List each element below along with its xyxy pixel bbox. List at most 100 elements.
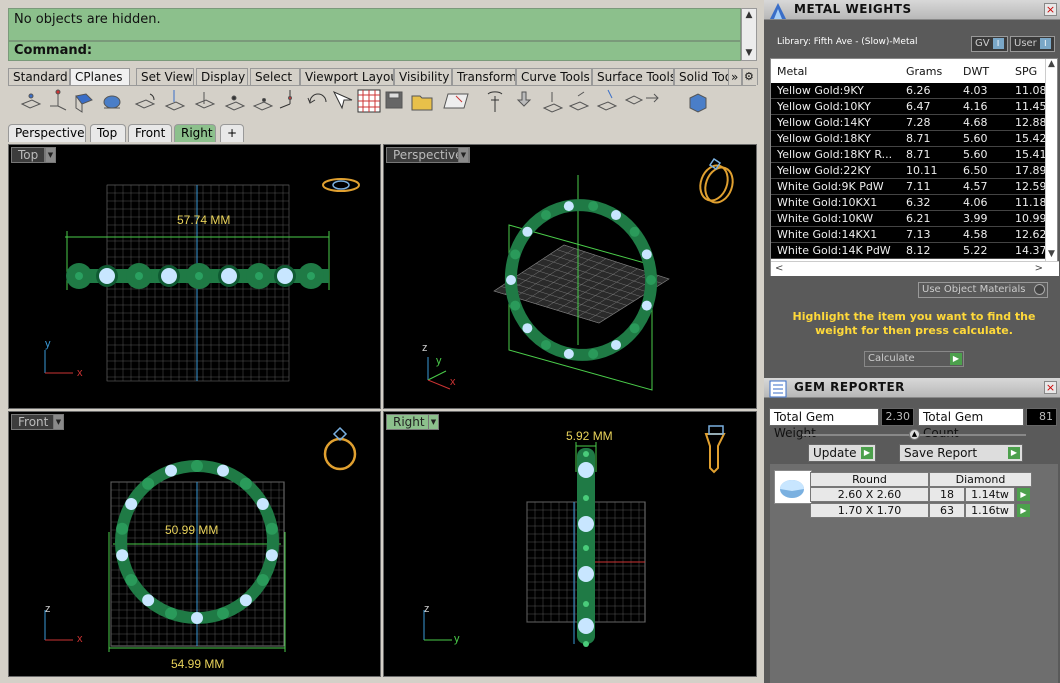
- toolbar-tab-strip: Standard CPlanes Set View Display Select…: [8, 68, 758, 85]
- calculate-button[interactable]: Calculate ▶: [864, 351, 964, 367]
- gem: [578, 516, 594, 532]
- column-dwt[interactable]: DWT: [963, 65, 989, 78]
- table-row[interactable]: Yellow Gold:9KY 6.26 4.03 11.08: [771, 83, 1047, 99]
- table-row[interactable]: White Gold:10KW 6.21 3.99 10.99: [771, 211, 1047, 227]
- column-grams[interactable]: Grams: [906, 65, 942, 78]
- table-row[interactable]: Yellow Gold:22KY 10.11 6.50 17.89: [771, 163, 1047, 179]
- cell-dwt: 4.06: [963, 196, 988, 209]
- cplane-xaxis-icon: [252, 98, 274, 111]
- tab-display[interactable]: Display: [196, 68, 248, 85]
- use-object-materials-checkbox[interactable]: Use Object Materials: [918, 282, 1048, 298]
- gem: [256, 574, 269, 586]
- column-spg[interactable]: SPG: [1015, 65, 1037, 78]
- gem-row-go-icon[interactable]: ▶: [1017, 504, 1030, 517]
- tab-visibility[interactable]: Visibility: [394, 68, 452, 85]
- front-ring-preview-icon: [323, 426, 357, 471]
- viewport-top-dropdown-icon[interactable]: ▼: [45, 147, 56, 163]
- metal-table-hscroll[interactable]: < >: [771, 261, 1059, 276]
- perspective-ring-preview-icon: [699, 157, 734, 204]
- command-scrollbar[interactable]: ▲ ▼: [741, 8, 757, 61]
- tab-cplanes[interactable]: CPlanes: [70, 68, 130, 85]
- tab-perspective[interactable]: Perspective: [8, 124, 86, 142]
- metal-table-vscroll[interactable]: ▲ ▼: [1045, 59, 1057, 261]
- viewport-right-label[interactable]: Right: [386, 414, 432, 430]
- gem: [646, 275, 656, 285]
- cell-metal: White Gold:14K PdW: [777, 244, 891, 257]
- tab-set-view[interactable]: Set View: [136, 68, 194, 85]
- viewport-top-label[interactable]: Top: [11, 147, 46, 163]
- scroll-up-icon[interactable]: ▲: [742, 9, 756, 22]
- tab-front[interactable]: Front: [128, 124, 172, 142]
- gv-toggle-button[interactable]: GV I: [971, 36, 1008, 52]
- gem: [522, 226, 533, 237]
- total-gem-weight-label: Total Gem Weight: [769, 408, 879, 440]
- gem-reporter-close-icon[interactable]: ×: [1044, 381, 1057, 394]
- gem: [506, 275, 516, 285]
- viewport-right-dropdown-icon[interactable]: ▼: [428, 414, 439, 430]
- top-axis-icon: y x: [44, 338, 83, 379]
- cplane-world-top-icon: [20, 93, 42, 109]
- tab-select[interactable]: Select: [250, 68, 300, 85]
- library-label: Library: Fifth Ave - (Slow)-Metal: [777, 37, 918, 47]
- cplane-to-view-icon: [487, 91, 503, 112]
- gem: [195, 272, 203, 280]
- tab-viewport-layout[interactable]: Viewport Layout: [300, 68, 394, 85]
- table-row[interactable]: White Gold:14K PdW 8.12 5.22 14.37: [771, 243, 1047, 259]
- table-row[interactable]: Yellow Gold:18KY 8.71 5.60 15.42: [771, 131, 1047, 147]
- table-row[interactable]: White Gold:14KX1 7.13 4.58 12.62: [771, 227, 1047, 243]
- gem-weight-cell: 1.14tw: [965, 487, 1015, 502]
- table-row[interactable]: White Gold:10KX1 6.32 4.06 11.18: [771, 195, 1047, 211]
- gem-size-cell: 2.60 X 2.60: [810, 487, 929, 502]
- user-toggle-button[interactable]: User I: [1010, 36, 1055, 52]
- viewport-front-label[interactable]: Front: [11, 414, 56, 430]
- metal-weights-close-icon[interactable]: ×: [1044, 3, 1057, 16]
- save-report-button[interactable]: Save Report ▶: [899, 444, 1023, 462]
- tab-curve-tools[interactable]: Curve Tools: [516, 68, 592, 85]
- command-prompt-label: Command:: [14, 43, 93, 58]
- update-button[interactable]: Update ▶: [808, 444, 876, 462]
- tab-overflow-icon[interactable]: »: [728, 68, 742, 85]
- cell-grams: 6.26: [906, 84, 931, 97]
- gem: [563, 348, 574, 359]
- table-row[interactable]: Yellow Gold:18KY R... 8.71 5.60 15.41: [771, 147, 1047, 163]
- gem: [510, 300, 521, 311]
- gem: [165, 607, 178, 620]
- table-row[interactable]: Yellow Gold:14KY 7.28 4.68 12.88: [771, 115, 1047, 131]
- table-row[interactable]: Yellow Gold:10KY 6.47 4.16 11.45: [771, 99, 1047, 115]
- viewport-perspective[interactable]: z y x Perspective ▼: [383, 144, 757, 409]
- gem-count-cell: 18: [929, 487, 965, 502]
- add-viewport-tab-icon[interactable]: +: [220, 124, 244, 142]
- viewport-top[interactable]: 57.74 MM y x Top ▼: [8, 144, 381, 409]
- viewport-right[interactable]: 5.92 MM z y Right ▼: [383, 411, 757, 677]
- info-icon: I: [1039, 38, 1051, 49]
- cell-metal: White Gold:10KX1: [777, 196, 878, 209]
- gem: [541, 210, 551, 221]
- column-metal[interactable]: Metal: [777, 65, 807, 78]
- total-gem-count-value: 81: [1026, 408, 1057, 426]
- cell-grams: 7.28: [906, 116, 931, 129]
- command-line-input[interactable]: Command:: [8, 41, 741, 61]
- perspective-view-canvas: z y x: [422, 157, 734, 391]
- tab-right[interactable]: Right: [174, 124, 216, 142]
- gem-material-header: Diamond: [929, 472, 1032, 487]
- cell-grams: 8.12: [906, 244, 931, 257]
- tab-solid-tools[interactable]: Solid Too: [674, 68, 730, 85]
- cplanes-toolbar: [8, 85, 756, 117]
- scroll-down-icon[interactable]: ▼: [742, 47, 756, 60]
- gem-row-go-icon[interactable]: ▶: [1017, 488, 1030, 501]
- viewport-front-dropdown-icon[interactable]: ▼: [53, 414, 64, 430]
- viewport-front[interactable]: 50.99 MM 54.99 MM z x Front ▼: [8, 411, 381, 677]
- play-icon: ▶: [861, 447, 873, 459]
- tab-transform[interactable]: Transform: [452, 68, 516, 85]
- tab-standard[interactable]: Standard: [8, 68, 70, 85]
- tab-surface-tools[interactable]: Surface Tools: [592, 68, 674, 85]
- size-slider-thumb[interactable]: ▲: [909, 429, 920, 440]
- viewport-perspective-label[interactable]: Perspective: [386, 147, 470, 163]
- tab-top[interactable]: Top: [90, 124, 126, 142]
- viewport-perspective-dropdown-icon[interactable]: ▼: [458, 147, 469, 163]
- gem-reporter-icon: [769, 380, 787, 398]
- toolbar-gear-icon[interactable]: ⚙: [742, 68, 758, 85]
- metal-table[interactable]: Metal Grams DWT SPG Yellow Gold:9KY 6.26 4…: [770, 58, 1059, 276]
- table-row[interactable]: White Gold:9K PdW 7.11 4.57 12.59: [771, 179, 1047, 195]
- gem-reporter-header: GEM REPORTER ×: [764, 378, 1060, 398]
